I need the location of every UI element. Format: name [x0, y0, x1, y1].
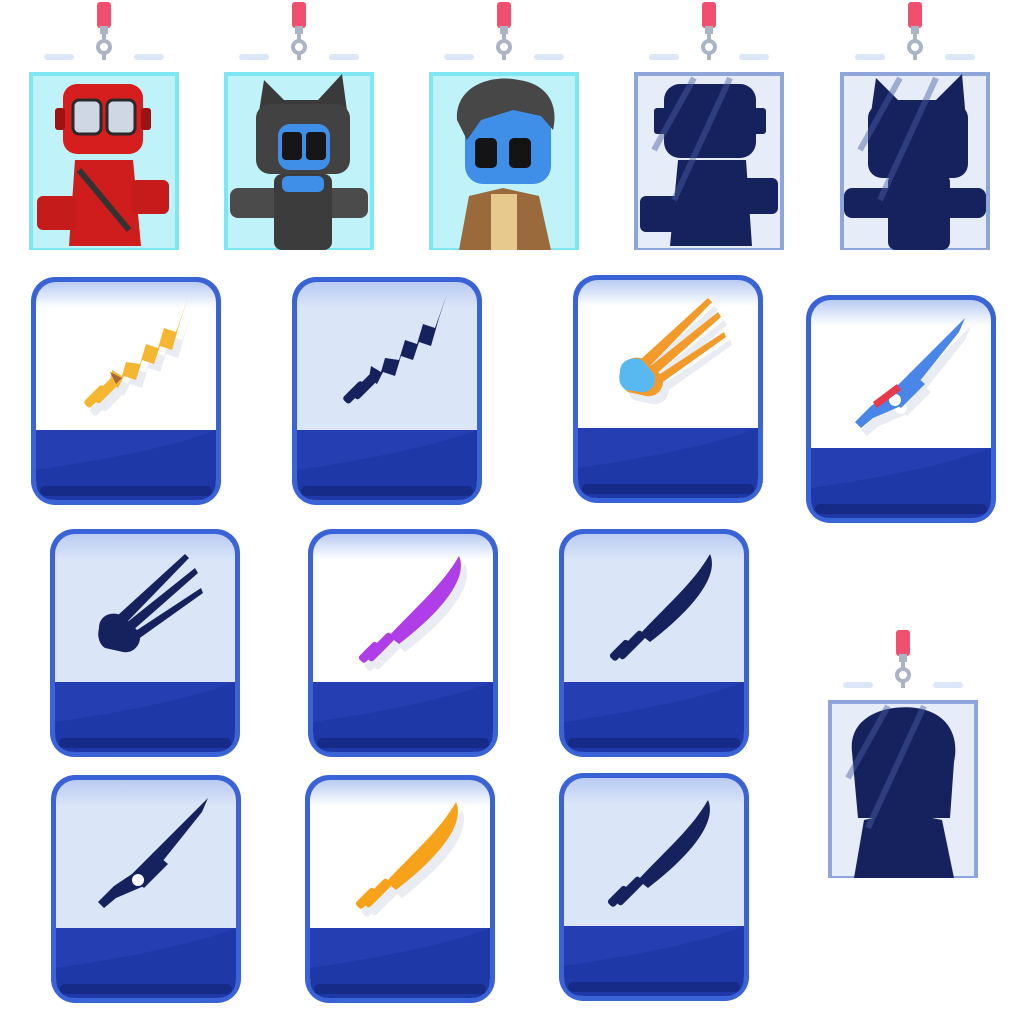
character-badge-cat-robot[interactable]	[224, 0, 374, 250]
weapon-card-mech-blade[interactable]	[803, 292, 999, 526]
scout-soldier-icon	[456, 78, 555, 250]
weapon-card-orange-katana[interactable]	[302, 772, 498, 1006]
weapon-card-lightning-sword-locked[interactable]	[289, 274, 485, 508]
character-badge-masked-robot-locked[interactable]	[634, 0, 784, 250]
character-badge-scout-soldier-locked[interactable]	[828, 628, 978, 878]
scout-soldier-silhouette-icon	[851, 707, 956, 878]
weapon-card-katana-locked[interactable]	[556, 526, 752, 760]
weapon-card-lightning-sword[interactable]	[28, 274, 224, 508]
weapon-card-claw-blades[interactable]	[570, 272, 766, 506]
weapon-card-katana-locked-2[interactable]	[556, 770, 752, 1004]
weapon-card-claw-blades-locked[interactable]	[47, 526, 243, 760]
character-badge-scout-soldier[interactable]	[429, 0, 579, 250]
weapon-card-mech-blade-locked[interactable]	[48, 772, 244, 1006]
character-badge-cat-robot-locked[interactable]	[840, 0, 990, 250]
character-badge-red-masked-robot[interactable]	[29, 0, 179, 250]
weapon-card-purple-katana[interactable]	[305, 526, 501, 760]
